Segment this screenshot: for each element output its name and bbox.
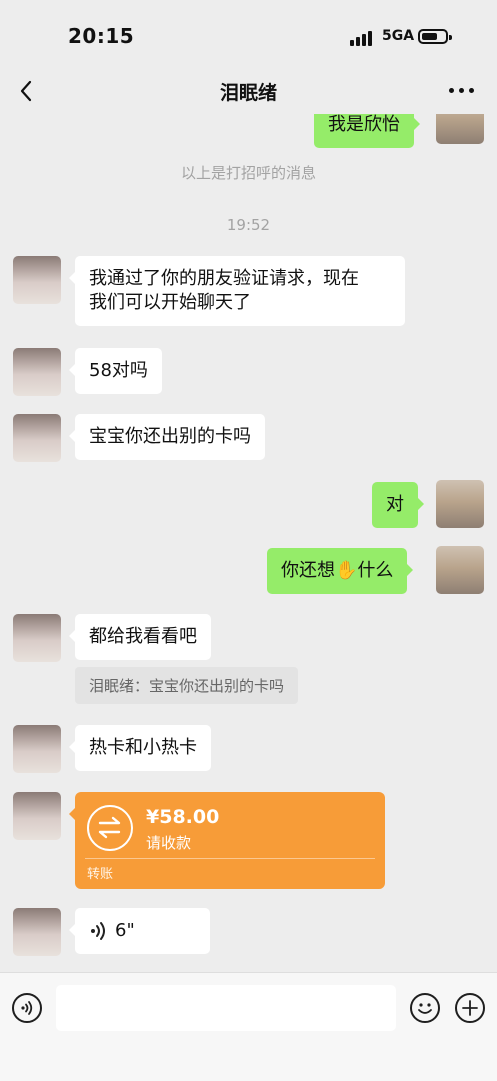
- contact-avatar[interactable]: [13, 908, 61, 956]
- message-text: 都给我看看吧: [89, 626, 197, 647]
- message-input[interactable]: [56, 985, 396, 1031]
- voice-mode-icon[interactable]: [12, 993, 42, 1023]
- transfer-card[interactable]: ¥58.00 请收款 转账: [69, 792, 385, 889]
- status-time: 20:15: [68, 24, 135, 48]
- status-bar: 20:15 5GA: [0, 0, 497, 70]
- contact-avatar[interactable]: [13, 414, 61, 462]
- divider: [85, 858, 375, 859]
- voice-wave-icon: [91, 922, 105, 940]
- message-text: 我是欣怡: [328, 114, 400, 135]
- timestamp: 19:52: [226, 216, 271, 234]
- transfer-status: 请收款: [146, 834, 192, 852]
- plus-icon[interactable]: [455, 993, 485, 1023]
- message-bubble[interactable]: 你还想✋什么: [267, 548, 414, 594]
- chat-area[interactable]: 我是欣怡 以上是打招呼的消息 19:52 我通过了你的朋友验证请求，现在 我们可…: [0, 114, 497, 972]
- message-text: 对: [386, 494, 404, 515]
- message-text: 你还想: [281, 560, 335, 581]
- message-bubble[interactable]: 我通过了你的朋友验证请求，现在 我们可以开始聊天了: [69, 256, 405, 326]
- message-bubble[interactable]: 58对吗: [69, 348, 162, 394]
- message-text: 我通过了你的朋友验证请求，现在: [89, 268, 359, 289]
- network-type: 5GA: [382, 28, 415, 44]
- contact-avatar[interactable]: [13, 348, 61, 396]
- chat-title: 泪眠绪: [219, 82, 277, 104]
- contact-avatar[interactable]: [13, 256, 61, 304]
- transfer-label: 转账: [87, 867, 114, 882]
- raised-hand-emoji: ✋: [335, 560, 358, 581]
- voice-message[interactable]: 6": [69, 908, 210, 954]
- message-bubble[interactable]: 我是欣怡: [314, 114, 420, 148]
- system-note: 以上是打招呼的消息: [180, 164, 316, 182]
- contact-avatar[interactable]: [13, 614, 61, 662]
- message-bubble[interactable]: 都给我看看吧: [69, 614, 211, 660]
- transfer-icon: [87, 805, 133, 851]
- message-text: 58对吗: [89, 360, 148, 381]
- more-icon[interactable]: [449, 86, 477, 96]
- message-bubble[interactable]: 热卡和小热卡: [69, 725, 211, 771]
- message-bubble[interactable]: 对: [372, 482, 424, 528]
- my-avatar[interactable]: [436, 546, 484, 594]
- message-bubble[interactable]: 宝宝你还出别的卡吗: [69, 414, 265, 460]
- message-text: 我们可以开始聊天了: [89, 292, 251, 313]
- message-text: 宝宝你还出别的卡吗: [89, 426, 251, 447]
- nav-bar: 泪眠绪: [0, 70, 497, 114]
- quoted-message[interactable]: 泪眠绪：宝宝你还出别的卡吗: [75, 667, 299, 704]
- my-avatar[interactable]: [436, 114, 484, 144]
- my-avatar[interactable]: [436, 480, 484, 528]
- emoji-icon[interactable]: [410, 993, 440, 1023]
- message-text: 热卡和小热卡: [89, 737, 197, 758]
- contact-avatar[interactable]: [13, 725, 61, 773]
- voice-duration: 6": [115, 920, 135, 941]
- transfer-amount: ¥58.00: [146, 806, 220, 828]
- signal-icon: [350, 30, 376, 46]
- input-bar: [0, 972, 497, 1081]
- battery-icon: [418, 29, 452, 44]
- message-text: 什么: [357, 560, 394, 581]
- contact-avatar[interactable]: [13, 792, 61, 840]
